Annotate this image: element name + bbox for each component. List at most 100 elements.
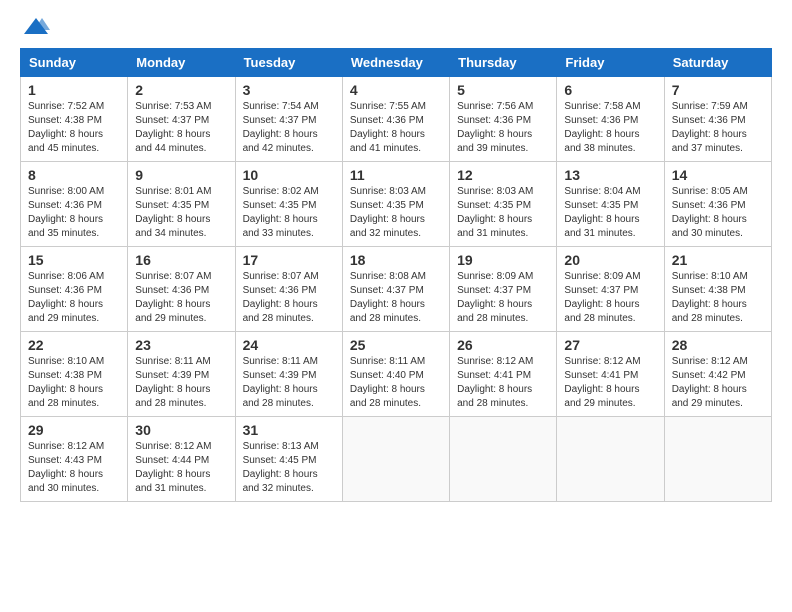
- weekday-header: Thursday: [450, 49, 557, 77]
- calendar-cell: [450, 417, 557, 502]
- day-info: Sunrise: 7:56 AM Sunset: 4:36 PM Dayligh…: [457, 100, 549, 156]
- weekday-header: Tuesday: [235, 49, 342, 77]
- day-number: 10: [243, 167, 335, 183]
- day-info: Sunrise: 8:03 AM Sunset: 4:35 PM Dayligh…: [457, 185, 549, 241]
- calendar-cell: 28 Sunrise: 8:12 AM Sunset: 4:42 PM Dayl…: [664, 332, 771, 417]
- day-info: Sunrise: 8:02 AM Sunset: 4:35 PM Dayligh…: [243, 185, 335, 241]
- calendar-cell: 19 Sunrise: 8:09 AM Sunset: 4:37 PM Dayl…: [450, 247, 557, 332]
- day-number: 19: [457, 252, 549, 268]
- day-info: Sunrise: 8:07 AM Sunset: 4:36 PM Dayligh…: [243, 270, 335, 326]
- day-info: Sunrise: 7:59 AM Sunset: 4:36 PM Dayligh…: [672, 100, 764, 156]
- day-number: 6: [564, 82, 656, 98]
- calendar-cell: 1 Sunrise: 7:52 AM Sunset: 4:38 PM Dayli…: [21, 77, 128, 162]
- day-info: Sunrise: 7:55 AM Sunset: 4:36 PM Dayligh…: [350, 100, 442, 156]
- day-number: 30: [135, 422, 227, 438]
- day-number: 5: [457, 82, 549, 98]
- day-info: Sunrise: 8:06 AM Sunset: 4:36 PM Dayligh…: [28, 270, 120, 326]
- weekday-header: Friday: [557, 49, 664, 77]
- day-info: Sunrise: 8:10 AM Sunset: 4:38 PM Dayligh…: [28, 355, 120, 411]
- day-info: Sunrise: 8:09 AM Sunset: 4:37 PM Dayligh…: [457, 270, 549, 326]
- logo: [20, 16, 50, 38]
- weekday-header: Sunday: [21, 49, 128, 77]
- day-number: 15: [28, 252, 120, 268]
- day-info: Sunrise: 7:53 AM Sunset: 4:37 PM Dayligh…: [135, 100, 227, 156]
- day-info: Sunrise: 7:54 AM Sunset: 4:37 PM Dayligh…: [243, 100, 335, 156]
- day-info: Sunrise: 8:03 AM Sunset: 4:35 PM Dayligh…: [350, 185, 442, 241]
- calendar-cell: 14 Sunrise: 8:05 AM Sunset: 4:36 PM Dayl…: [664, 162, 771, 247]
- day-info: Sunrise: 7:58 AM Sunset: 4:36 PM Dayligh…: [564, 100, 656, 156]
- calendar-cell: 12 Sunrise: 8:03 AM Sunset: 4:35 PM Dayl…: [450, 162, 557, 247]
- day-number: 18: [350, 252, 442, 268]
- calendar-table: SundayMondayTuesdayWednesdayThursdayFrid…: [20, 48, 772, 502]
- logo-general: [20, 16, 50, 42]
- calendar-cell: 3 Sunrise: 7:54 AM Sunset: 4:37 PM Dayli…: [235, 77, 342, 162]
- calendar-cell: 31 Sunrise: 8:13 AM Sunset: 4:45 PM Dayl…: [235, 417, 342, 502]
- day-info: Sunrise: 8:11 AM Sunset: 4:39 PM Dayligh…: [243, 355, 335, 411]
- day-info: Sunrise: 8:11 AM Sunset: 4:39 PM Dayligh…: [135, 355, 227, 411]
- day-info: Sunrise: 8:08 AM Sunset: 4:37 PM Dayligh…: [350, 270, 442, 326]
- day-number: 23: [135, 337, 227, 353]
- calendar-cell: 16 Sunrise: 8:07 AM Sunset: 4:36 PM Dayl…: [128, 247, 235, 332]
- calendar-cell: 29 Sunrise: 8:12 AM Sunset: 4:43 PM Dayl…: [21, 417, 128, 502]
- calendar-cell: 30 Sunrise: 8:12 AM Sunset: 4:44 PM Dayl…: [128, 417, 235, 502]
- calendar-cell: 13 Sunrise: 8:04 AM Sunset: 4:35 PM Dayl…: [557, 162, 664, 247]
- calendar-cell: 5 Sunrise: 7:56 AM Sunset: 4:36 PM Dayli…: [450, 77, 557, 162]
- calendar-cell: 10 Sunrise: 8:02 AM Sunset: 4:35 PM Dayl…: [235, 162, 342, 247]
- calendar-cell: 6 Sunrise: 7:58 AM Sunset: 4:36 PM Dayli…: [557, 77, 664, 162]
- calendar-cell: 9 Sunrise: 8:01 AM Sunset: 4:35 PM Dayli…: [128, 162, 235, 247]
- day-number: 4: [350, 82, 442, 98]
- day-number: 8: [28, 167, 120, 183]
- calendar-cell: 23 Sunrise: 8:11 AM Sunset: 4:39 PM Dayl…: [128, 332, 235, 417]
- calendar-cell: 25 Sunrise: 8:11 AM Sunset: 4:40 PM Dayl…: [342, 332, 449, 417]
- day-info: Sunrise: 8:11 AM Sunset: 4:40 PM Dayligh…: [350, 355, 442, 411]
- day-number: 29: [28, 422, 120, 438]
- calendar-cell: 18 Sunrise: 8:08 AM Sunset: 4:37 PM Dayl…: [342, 247, 449, 332]
- calendar-cell: 20 Sunrise: 8:09 AM Sunset: 4:37 PM Dayl…: [557, 247, 664, 332]
- day-number: 21: [672, 252, 764, 268]
- day-number: 9: [135, 167, 227, 183]
- day-number: 25: [350, 337, 442, 353]
- day-info: Sunrise: 8:13 AM Sunset: 4:45 PM Dayligh…: [243, 440, 335, 496]
- day-info: Sunrise: 8:01 AM Sunset: 4:35 PM Dayligh…: [135, 185, 227, 241]
- calendar-cell: 21 Sunrise: 8:10 AM Sunset: 4:38 PM Dayl…: [664, 247, 771, 332]
- day-info: Sunrise: 8:07 AM Sunset: 4:36 PM Dayligh…: [135, 270, 227, 326]
- calendar-cell: 11 Sunrise: 8:03 AM Sunset: 4:35 PM Dayl…: [342, 162, 449, 247]
- day-number: 14: [672, 167, 764, 183]
- day-number: 13: [564, 167, 656, 183]
- day-number: 1: [28, 82, 120, 98]
- day-info: Sunrise: 8:12 AM Sunset: 4:44 PM Dayligh…: [135, 440, 227, 496]
- weekday-header: Saturday: [664, 49, 771, 77]
- day-info: Sunrise: 8:04 AM Sunset: 4:35 PM Dayligh…: [564, 185, 656, 241]
- day-number: 28: [672, 337, 764, 353]
- calendar-cell: 8 Sunrise: 8:00 AM Sunset: 4:36 PM Dayli…: [21, 162, 128, 247]
- calendar-cell: 27 Sunrise: 8:12 AM Sunset: 4:41 PM Dayl…: [557, 332, 664, 417]
- day-info: Sunrise: 8:12 AM Sunset: 4:41 PM Dayligh…: [564, 355, 656, 411]
- calendar-cell: 7 Sunrise: 7:59 AM Sunset: 4:36 PM Dayli…: [664, 77, 771, 162]
- day-number: 20: [564, 252, 656, 268]
- calendar-cell: 26 Sunrise: 8:12 AM Sunset: 4:41 PM Dayl…: [450, 332, 557, 417]
- day-info: Sunrise: 8:00 AM Sunset: 4:36 PM Dayligh…: [28, 185, 120, 241]
- page-header: [20, 16, 772, 38]
- day-number: 24: [243, 337, 335, 353]
- day-number: 16: [135, 252, 227, 268]
- day-info: Sunrise: 8:12 AM Sunset: 4:41 PM Dayligh…: [457, 355, 549, 411]
- day-number: 12: [457, 167, 549, 183]
- day-number: 2: [135, 82, 227, 98]
- day-number: 31: [243, 422, 335, 438]
- calendar-cell: 24 Sunrise: 8:11 AM Sunset: 4:39 PM Dayl…: [235, 332, 342, 417]
- calendar-cell: 2 Sunrise: 7:53 AM Sunset: 4:37 PM Dayli…: [128, 77, 235, 162]
- calendar-cell: [342, 417, 449, 502]
- day-number: 26: [457, 337, 549, 353]
- calendar-cell: 4 Sunrise: 7:55 AM Sunset: 4:36 PM Dayli…: [342, 77, 449, 162]
- day-info: Sunrise: 8:12 AM Sunset: 4:43 PM Dayligh…: [28, 440, 120, 496]
- calendar-cell: 22 Sunrise: 8:10 AM Sunset: 4:38 PM Dayl…: [21, 332, 128, 417]
- day-info: Sunrise: 7:52 AM Sunset: 4:38 PM Dayligh…: [28, 100, 120, 156]
- day-info: Sunrise: 8:10 AM Sunset: 4:38 PM Dayligh…: [672, 270, 764, 326]
- day-number: 3: [243, 82, 335, 98]
- day-info: Sunrise: 8:12 AM Sunset: 4:42 PM Dayligh…: [672, 355, 764, 411]
- calendar-cell: 17 Sunrise: 8:07 AM Sunset: 4:36 PM Dayl…: [235, 247, 342, 332]
- day-number: 27: [564, 337, 656, 353]
- weekday-header: Monday: [128, 49, 235, 77]
- day-number: 7: [672, 82, 764, 98]
- day-info: Sunrise: 8:09 AM Sunset: 4:37 PM Dayligh…: [564, 270, 656, 326]
